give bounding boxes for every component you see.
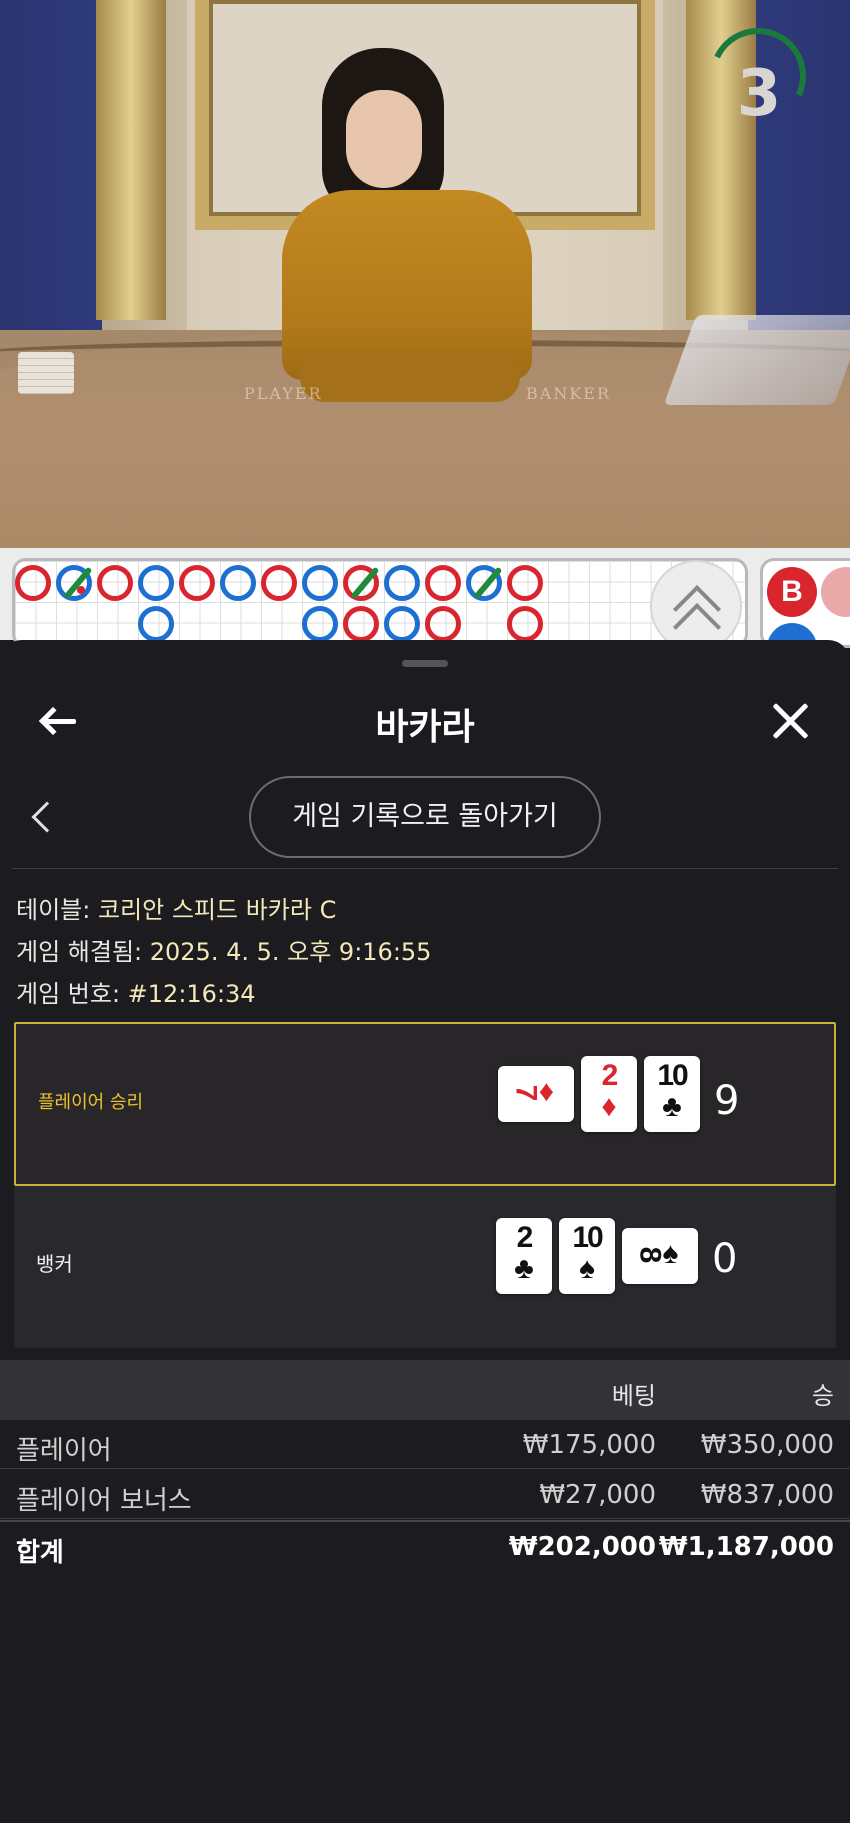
bet-column-header: 베팅: [611, 1382, 656, 1410]
bet-row-name: 플레이어: [16, 1436, 112, 1466]
banker-bead: [343, 606, 379, 642]
total-label: 합계: [16, 1538, 64, 1568]
playing-card: 10 ♠: [559, 1218, 615, 1294]
bet-row-name: 플레이어 보너스: [16, 1486, 192, 1516]
player-result-label: 플레이어 승리: [38, 1092, 144, 1113]
playing-card: 2 ♣: [496, 1218, 552, 1294]
playing-card: 2 ♦: [581, 1056, 637, 1132]
game-number-label: 게임 번호:: [16, 980, 128, 1008]
live-video-stream: PLAYER BANKER 3: [0, 0, 850, 548]
banker-score: 0: [712, 1236, 738, 1282]
card-suit-icon: ♦: [601, 1090, 617, 1123]
banker-bead: [425, 606, 461, 642]
player-bead: [138, 606, 174, 642]
table-name-value: 코리안 스피드 바카라 C: [97, 896, 337, 924]
chip-stack: [18, 352, 74, 394]
card-suit-icon: ♠: [579, 1252, 595, 1285]
player-bead: [56, 565, 93, 601]
dealer-arms: [300, 352, 520, 402]
card-suit-icon: ♣: [662, 1090, 682, 1123]
resolved-time-value: 2025. 4. 5. 오후 9:16:55: [149, 938, 432, 966]
player-result-panel: 플레이어 승리 9 7♦ 2 ♦ 10 ♣: [14, 1022, 836, 1186]
banker-bead: [261, 565, 297, 601]
banker-bead: [97, 565, 133, 601]
pair-dot-mark: [77, 586, 85, 594]
countdown-timer: 3: [696, 14, 820, 138]
game-number-value: #12:16:34: [127, 980, 256, 1008]
banker-bead: [15, 565, 51, 601]
total-bet: ₩202,000: [508, 1532, 656, 1562]
player-bead: [384, 565, 420, 601]
tie-slash-mark: [473, 566, 503, 600]
sheet-header: 바카라: [0, 680, 850, 766]
player-bead: [302, 606, 338, 642]
tie-slash-mark: [350, 566, 380, 600]
card-rank: 2: [516, 1221, 534, 1254]
bet-row-win: ₩837,000: [700, 1480, 834, 1510]
sheet-drag-handle[interactable]: [402, 660, 448, 667]
close-icon[interactable]: [770, 700, 812, 742]
bet-row-amount: ₩175,000: [522, 1430, 656, 1460]
app-root: PLAYER BANKER 3 B 바카라 게임 기록으로 돌아가기 테이블: …: [0, 0, 850, 1823]
game-number-line: 게임 번호: #12:16:34: [16, 974, 256, 1009]
bet-row: 플레이어 보너스 ₩27,000 ₩837,000: [0, 1470, 850, 1519]
bet-row-win: ₩350,000: [700, 1430, 834, 1460]
card-shoe: [663, 315, 850, 405]
resolved-time-line: 게임 해결됨: 2025. 4. 5. 오후 9:16:55: [16, 932, 431, 967]
gold-pillar-left: [96, 0, 166, 320]
card-rank: 8: [633, 1246, 667, 1262]
table-name-label: 테이블:: [16, 896, 98, 924]
bet-table-header: 베팅 승: [0, 1360, 850, 1420]
player-bead: [138, 565, 174, 601]
total-win: ₩1,187,000: [658, 1532, 834, 1562]
back-to-history-button[interactable]: 게임 기록으로 돌아가기: [249, 776, 601, 858]
banker-bead-chip-faded: [821, 567, 850, 617]
countdown-number: 3: [736, 57, 782, 131]
section-divider: [12, 868, 838, 869]
expand-roads-button[interactable]: [650, 560, 742, 652]
banker-result-label: 뱅커: [36, 1252, 73, 1276]
playing-card: 8♠: [622, 1228, 698, 1284]
banker-result-panel: 뱅커 0 2 ♣ 10 ♠ 8♠: [14, 1186, 836, 1348]
card-suit-icon: ♣: [514, 1252, 534, 1285]
banker-bead: [343, 565, 380, 601]
win-column-header: 승: [811, 1382, 834, 1410]
card-rank: 10: [572, 1221, 603, 1254]
banker-bead: [179, 565, 215, 601]
sheet-title: 바카라: [375, 707, 475, 748]
table-name-line: 테이블: 코리안 스피드 바카라 C: [16, 890, 336, 925]
resolved-time-label: 게임 해결됨:: [16, 938, 150, 966]
playing-card: 7♦: [498, 1066, 574, 1122]
table-label-banker: BANKER: [526, 384, 611, 403]
bead-road[interactable]: [12, 558, 748, 648]
card-rank: 7: [509, 1084, 543, 1100]
big-road-preview[interactable]: B: [760, 558, 850, 648]
bet-row-amount: ₩27,000: [539, 1480, 656, 1510]
player-bead: [302, 565, 338, 601]
playing-card: 10 ♣: [644, 1056, 700, 1132]
table-label-player: PLAYER: [244, 384, 323, 403]
bet-total-row: 합계 ₩202,000 ₩1,187,000: [0, 1520, 850, 1569]
card-rank: 10: [657, 1059, 688, 1092]
history-nav-row: 게임 기록으로 돌아가기: [0, 774, 850, 864]
banker-bead: [507, 606, 543, 642]
card-rank: 2: [601, 1059, 619, 1092]
banker-bead: [507, 565, 543, 601]
chevron-left-icon[interactable]: [31, 801, 63, 833]
player-score: 9: [714, 1078, 740, 1124]
banker-bead-chip: B: [767, 567, 817, 617]
player-bead: [220, 565, 256, 601]
banker-bead: [425, 565, 461, 601]
bet-row: 플레이어 ₩175,000 ₩350,000: [0, 1420, 850, 1469]
player-bead: [384, 606, 420, 642]
dealer-face: [346, 90, 422, 188]
tie-slash-mark: [63, 566, 93, 600]
player-bead: [466, 565, 503, 601]
